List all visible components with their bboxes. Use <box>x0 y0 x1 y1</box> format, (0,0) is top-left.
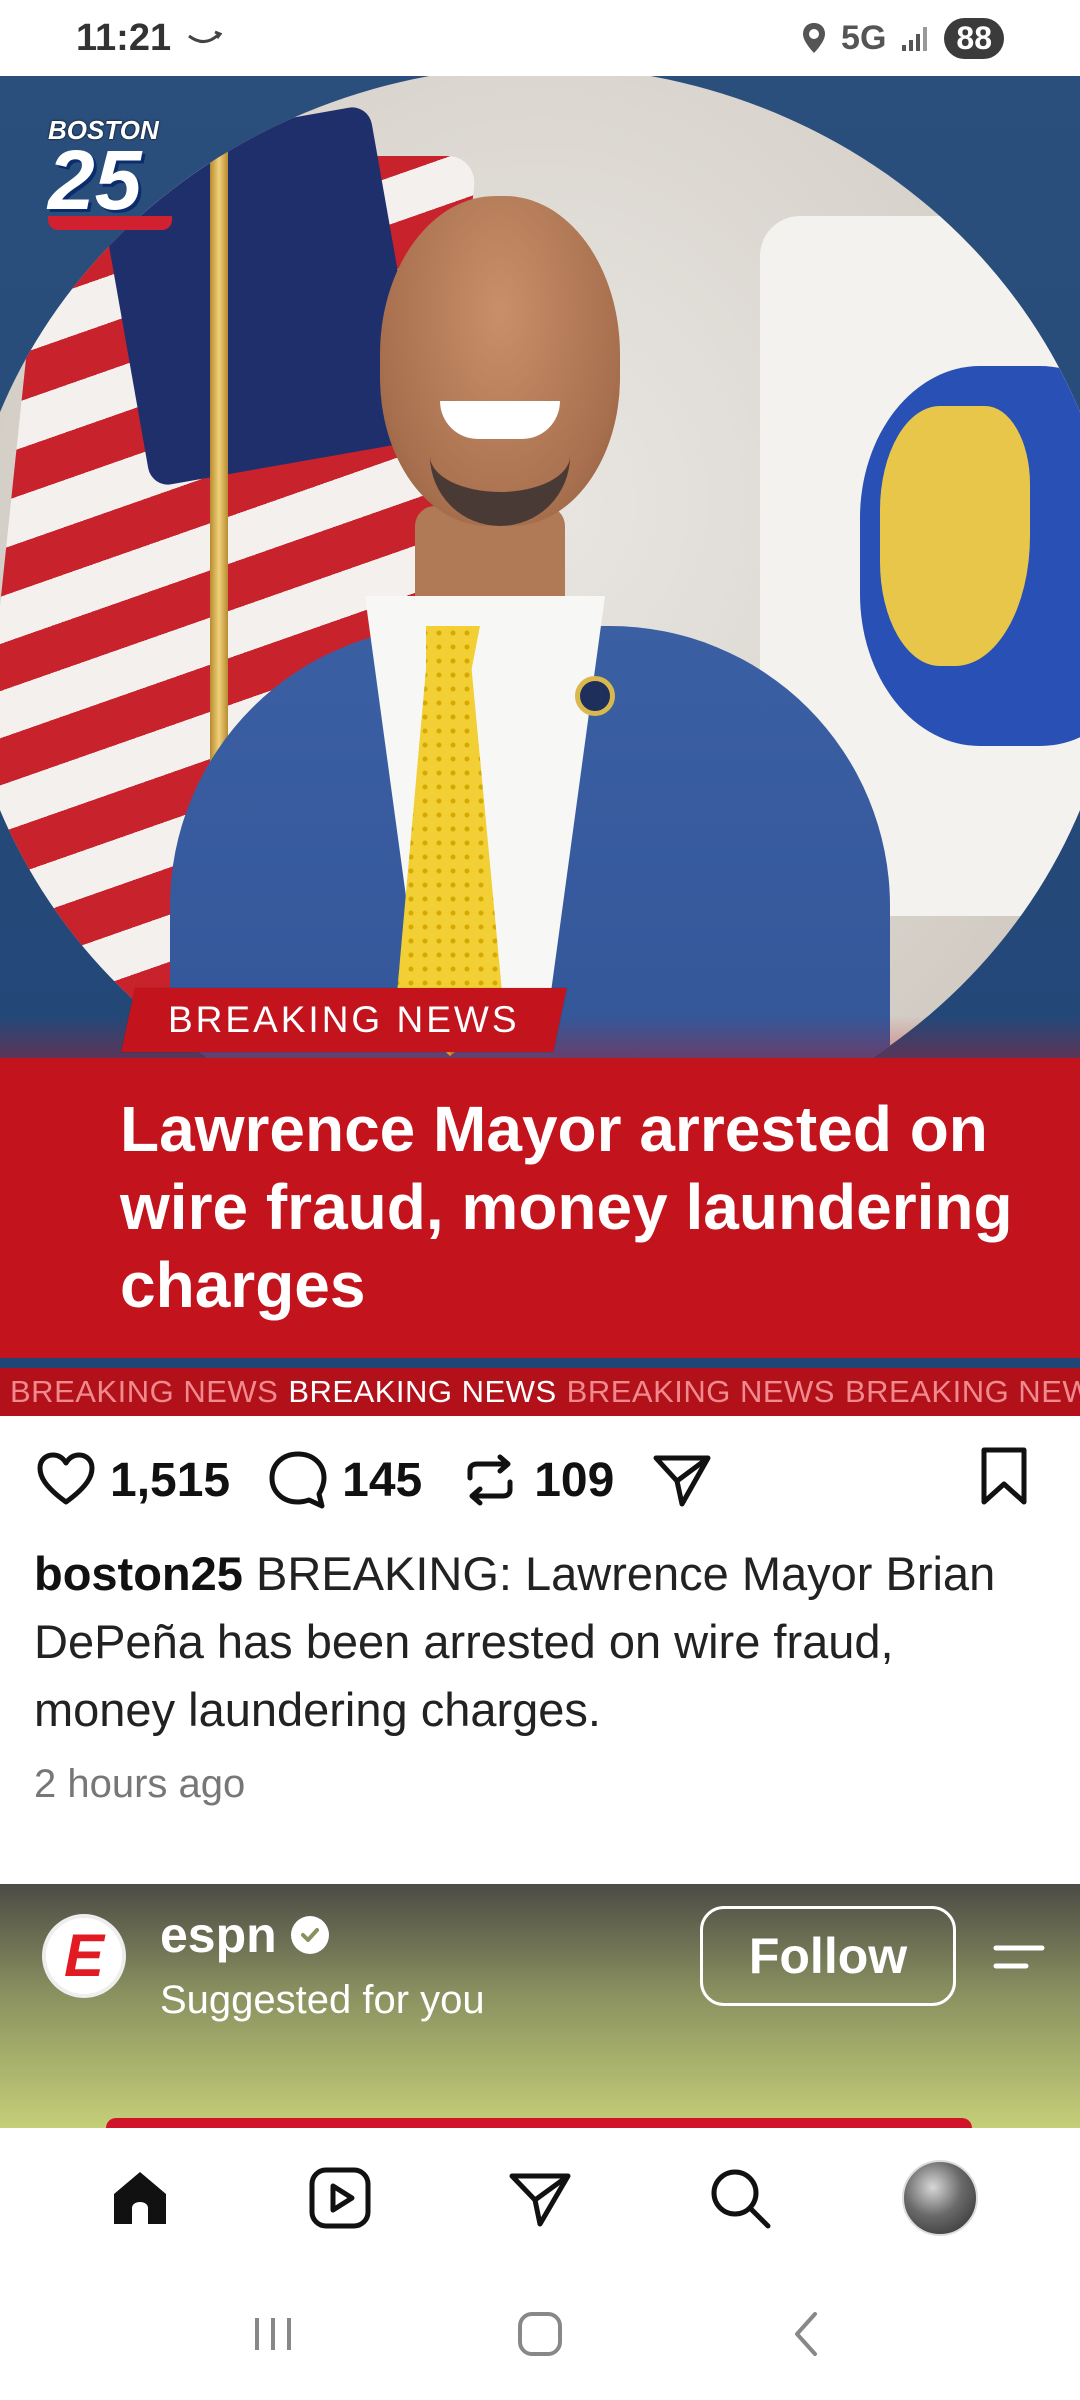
more-options-icon[interactable] <box>990 1932 1046 1982</box>
post-actions: 1,515 145 109 <box>34 1444 1046 1516</box>
screen: 11:21 5G 88 BOSTON 25 BREAKING NEWS Lawr… <box>0 0 1080 2400</box>
next-post-preview <box>106 2118 972 2128</box>
notification-icon <box>188 30 223 43</box>
send-icon <box>653 1455 711 1507</box>
suggested-account-name: espn <box>160 1907 277 1963</box>
bottom-navigation <box>0 2128 1080 2268</box>
caption-username[interactable]: boston25 <box>34 1547 243 1600</box>
save-button[interactable] <box>972 1444 1036 1513</box>
nav-profile[interactable] <box>900 2158 980 2238</box>
status-bar: 11:21 5G 88 <box>0 0 1080 76</box>
espn-logo-letter: E <box>63 1922 105 1989</box>
ticker-item: BREAKING NEWS <box>566 1374 835 1409</box>
ticker-item: BREAKING NEWS <box>10 1374 279 1409</box>
home-icon <box>114 2172 166 2224</box>
status-time: 11:21 <box>76 16 172 59</box>
suggested-subtitle: Suggested for you <box>160 1978 485 2022</box>
bookmark-icon <box>981 1447 1027 1505</box>
ticker-item: BREAKING NEWS <box>288 1374 557 1409</box>
avatar <box>902 2160 978 2236</box>
repost-button[interactable]: 109 <box>458 1448 614 1512</box>
state-flag-figure <box>880 406 1030 666</box>
person-smile <box>440 401 560 439</box>
network-label: 5G <box>841 18 887 57</box>
boston25-logo: BOSTON 25 <box>48 116 172 236</box>
suggested-account[interactable]: espn <box>160 1906 329 1964</box>
post-caption: boston25 BREAKING: Lawrence Mayor Brian … <box>34 1540 1034 1744</box>
suggested-post-header: E espn Suggested for you Follow <box>0 1884 1080 2128</box>
recent-apps-icon[interactable] <box>243 2304 303 2364</box>
location-icon <box>803 23 826 53</box>
nav-home[interactable] <box>100 2158 180 2238</box>
repost-count: 109 <box>534 1453 615 1507</box>
comment-button[interactable]: 145 <box>266 1448 422 1512</box>
reels-icon <box>309 2167 371 2229</box>
post-timestamp: 2 hours ago <box>34 1762 246 1806</box>
status-left: 11:21 <box>76 17 225 60</box>
breaking-ticker: BREAKING NEWS BREAKING NEWS BREAKING NEW… <box>0 1368 1080 1416</box>
search-icon <box>711 2169 771 2229</box>
image-headline: Lawrence Mayor arrested on wire fraud, m… <box>120 1093 1013 1321</box>
send-icon <box>509 2173 571 2227</box>
comment-icon <box>269 1451 327 1509</box>
logo-number: 25 <box>48 133 142 227</box>
home-button-icon[interactable] <box>510 2304 570 2364</box>
repost-icon <box>467 1454 513 1506</box>
lapel-pin <box>575 676 615 716</box>
share-button[interactable] <box>650 1448 714 1512</box>
breaking-news-tag: BREAKING NEWS <box>121 988 567 1052</box>
like-button[interactable]: 1,515 <box>34 1448 230 1512</box>
nav-reels[interactable] <box>300 2158 380 2238</box>
back-icon[interactable] <box>777 2304 837 2364</box>
battery-indicator: 88 <box>944 17 1004 59</box>
status-right: 5G 88 <box>801 17 1004 59</box>
nav-messages[interactable] <box>500 2158 580 2238</box>
verified-badge-icon <box>290 1916 329 1954</box>
comment-count: 145 <box>342 1453 423 1507</box>
espn-avatar[interactable]: E <box>42 1914 126 1998</box>
breaking-news-label: BREAKING NEWS <box>168 999 520 1040</box>
like-count: 1,515 <box>110 1453 231 1507</box>
heart-icon <box>37 1452 95 1505</box>
system-navigation <box>0 2268 1080 2400</box>
nav-search[interactable] <box>700 2158 780 2238</box>
signal-icon <box>902 27 928 51</box>
ticker-item: BREAKING NEWS <box>844 1374 1080 1409</box>
follow-button[interactable]: Follow <box>700 1906 956 2006</box>
